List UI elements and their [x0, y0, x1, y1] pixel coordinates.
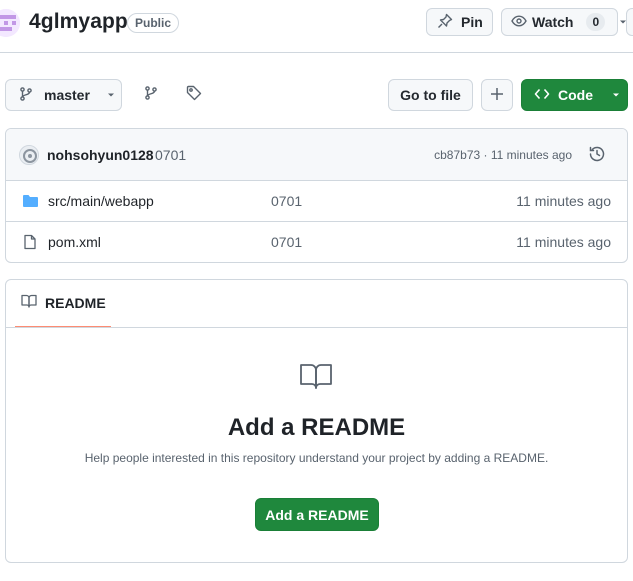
file-row[interactable]: src/main/webapp 0701 11 minutes ago: [6, 181, 627, 222]
branch-select-button[interactable]: master: [5, 79, 122, 111]
readme-tab-label: README: [45, 295, 106, 311]
tag-icon: [186, 85, 202, 106]
repo-name[interactable]: 4glmyapp: [29, 10, 128, 34]
file-name[interactable]: pom.xml: [48, 234, 101, 250]
go-to-file-button[interactable]: Go to file: [388, 79, 473, 111]
file-updated-time: 11 minutes ago: [516, 234, 611, 250]
author-avatar[interactable]: [19, 145, 39, 165]
git-branch-icon: [143, 85, 159, 106]
code-icon: [534, 86, 550, 105]
tags-link[interactable]: [183, 84, 205, 106]
git-branch-icon: [18, 86, 34, 105]
commit-meta[interactable]: cb87b73 · 11 minutes ago: [434, 148, 572, 162]
file-name[interactable]: src/main/webapp: [48, 193, 154, 209]
plus-icon: [489, 86, 505, 105]
pin-icon: [437, 13, 453, 32]
add-file-button[interactable]: [481, 79, 513, 111]
chevron-down-icon: [106, 87, 116, 103]
readme-panel: README Add a README Help people interest…: [5, 279, 628, 563]
latest-commit-row: nohsohyun0128 0701 cb87b73 · 11 minutes …: [6, 129, 627, 181]
file-row[interactable]: pom.xml 0701 11 minutes ago: [6, 222, 627, 262]
code-button[interactable]: Code: [521, 79, 628, 111]
repo-avatar: [0, 9, 20, 37]
header-divider: [0, 52, 633, 53]
pin-label: Pin: [461, 14, 483, 30]
folder-icon: [22, 193, 39, 214]
code-label: Code: [558, 87, 593, 103]
star-button-partial[interactable]: [626, 8, 633, 36]
add-readme-description: Help people interested in this repositor…: [84, 451, 549, 465]
readme-divider: [6, 327, 627, 328]
book-icon: [21, 293, 37, 314]
chevron-down-icon: [611, 87, 621, 103]
visibility-badge: Public: [127, 13, 180, 33]
branch-name: master: [44, 87, 90, 103]
eye-icon: [511, 13, 527, 32]
history-icon[interactable]: [588, 145, 606, 168]
tab-readme[interactable]: README: [15, 280, 111, 328]
watch-label: Watch: [532, 14, 574, 30]
file-commit-message[interactable]: 0701: [271, 234, 302, 250]
file-updated-time: 11 minutes ago: [516, 193, 611, 209]
pin-button[interactable]: Pin: [426, 8, 493, 36]
watch-count: 0: [586, 13, 606, 31]
file-commit-message[interactable]: 0701: [271, 193, 302, 209]
add-readme-button[interactable]: Add a README: [255, 498, 379, 531]
book-icon: [299, 362, 333, 395]
add-readme-heading: Add a README: [227, 414, 406, 441]
file-listing: nohsohyun0128 0701 cb87b73 · 11 minutes …: [5, 128, 628, 263]
commit-author[interactable]: nohsohyun0128: [47, 147, 154, 163]
branches-link[interactable]: [140, 84, 162, 106]
commit-message[interactable]: 0701: [155, 147, 186, 163]
watch-button[interactable]: Watch 0: [501, 8, 627, 36]
file-icon: [22, 234, 38, 255]
